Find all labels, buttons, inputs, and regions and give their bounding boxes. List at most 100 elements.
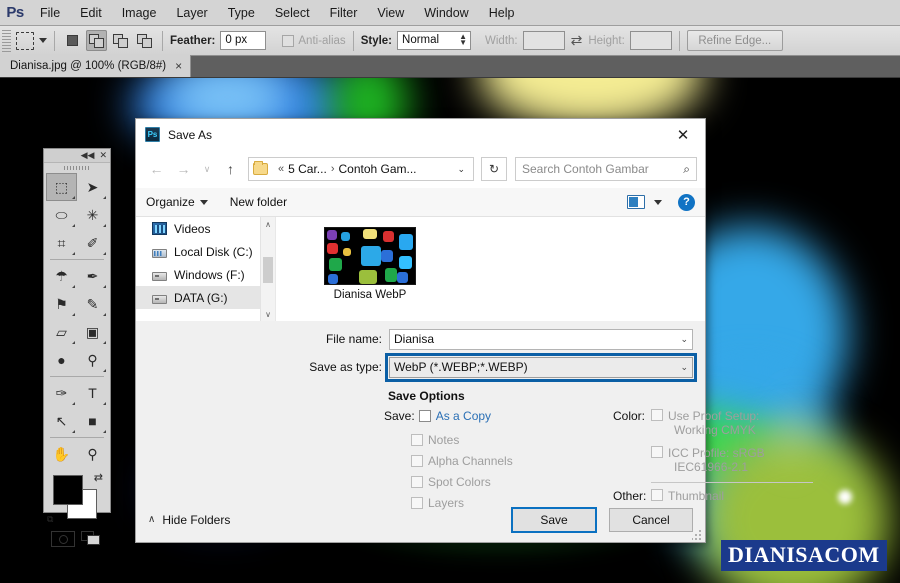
notes-checkbox[interactable] bbox=[411, 433, 423, 446]
refresh-button[interactable]: ↻ bbox=[481, 157, 507, 181]
swap-colors-icon[interactable]: ⇄ bbox=[94, 471, 103, 484]
zoom-tool[interactable]: ⚲ bbox=[77, 440, 108, 468]
rectangle-tool[interactable]: ■ bbox=[77, 407, 108, 435]
breadcrumb-item-2[interactable]: Contoh Gam... bbox=[338, 162, 416, 176]
collapse-icon[interactable]: ◀◀ bbox=[81, 151, 95, 160]
menu-window[interactable]: Window bbox=[414, 3, 478, 23]
use-proof-setup-checkbox[interactable] bbox=[651, 409, 663, 421]
sidebar-item-data-g[interactable]: DATA (G:) bbox=[136, 286, 275, 309]
magic-wand-tool[interactable]: ✳ bbox=[77, 201, 108, 229]
feather-input[interactable]: 0 px bbox=[220, 31, 267, 50]
hand-tool[interactable]: ✋ bbox=[46, 440, 77, 468]
notes-option[interactable]: Notes bbox=[411, 429, 513, 450]
add-to-selection-button[interactable] bbox=[86, 30, 107, 51]
close-icon[interactable]: × bbox=[175, 59, 182, 73]
pen-tool[interactable]: ✑ bbox=[46, 379, 77, 407]
organize-button[interactable]: Organize bbox=[146, 195, 208, 209]
back-button[interactable]: ← bbox=[144, 157, 169, 182]
menu-filter[interactable]: Filter bbox=[320, 3, 368, 23]
chevron-down-icon[interactable]: ⌄ bbox=[680, 334, 688, 345]
close-icon[interactable]: ✕ bbox=[99, 151, 107, 160]
spot-colors-option[interactable]: Spot Colors bbox=[411, 471, 513, 492]
lasso-tool[interactable]: ⬭ bbox=[46, 201, 77, 229]
marquee-tool-icon[interactable] bbox=[16, 31, 34, 50]
view-options-caret-icon[interactable] bbox=[654, 199, 662, 205]
scroll-down-icon[interactable]: ∨ bbox=[261, 307, 275, 321]
recent-locations-button[interactable]: ∨ bbox=[198, 157, 216, 182]
breadcrumb-item-1[interactable]: 5 Car... bbox=[288, 162, 327, 176]
list-item[interactable]: Dianisa WebP bbox=[324, 227, 416, 301]
swap-dimensions-icon[interactable]: ⇄ bbox=[571, 32, 583, 49]
history-brush-tool[interactable]: ✎ bbox=[77, 290, 108, 318]
close-icon[interactable]: ✕ bbox=[661, 119, 705, 150]
save-button[interactable]: Save bbox=[511, 506, 597, 533]
save-as-type-select[interactable]: WebP (*.WEBP;*.WEBP) ⌄ bbox=[385, 352, 697, 382]
help-icon[interactable]: ? bbox=[678, 193, 695, 211]
forward-button[interactable]: → bbox=[171, 157, 196, 182]
clone-stamp-tool[interactable]: ⚑ bbox=[46, 290, 77, 318]
quick-mask-icon[interactable] bbox=[51, 531, 75, 547]
type-tool[interactable]: T bbox=[77, 379, 108, 407]
eraser-tool[interactable]: ▱ bbox=[46, 318, 77, 346]
document-tab[interactable]: Dianisa.jpg @ 100% (RGB/8#) × bbox=[0, 55, 192, 77]
menu-view[interactable]: View bbox=[367, 3, 414, 23]
subtract-from-selection-button[interactable] bbox=[110, 30, 131, 51]
intersect-selection-button[interactable] bbox=[134, 30, 155, 51]
sidebar-item-videos[interactable]: Videos bbox=[136, 217, 275, 240]
dodge-tool[interactable]: ⚲ bbox=[77, 346, 108, 374]
gradient-tool[interactable]: ▣ bbox=[77, 318, 108, 346]
resize-grip[interactable] bbox=[692, 529, 703, 540]
eyedropper-tool[interactable]: ✐ bbox=[77, 229, 108, 257]
layers-checkbox[interactable] bbox=[411, 496, 423, 509]
options-bar-grip[interactable] bbox=[2, 29, 11, 52]
cancel-button[interactable]: Cancel bbox=[609, 507, 693, 532]
view-layout-icon[interactable] bbox=[627, 195, 645, 209]
menu-image[interactable]: Image bbox=[112, 3, 167, 23]
menu-edit[interactable]: Edit bbox=[70, 3, 112, 23]
chevron-down-icon[interactable]: ⌄ bbox=[453, 164, 469, 175]
foreground-color-swatch[interactable] bbox=[53, 475, 83, 505]
alpha-channels-checkbox[interactable] bbox=[411, 454, 423, 467]
chevron-down-icon[interactable]: ⌄ bbox=[680, 362, 688, 373]
chevron-down-icon[interactable] bbox=[39, 38, 47, 43]
spot-healing-brush-tool[interactable]: ☂ bbox=[46, 262, 77, 290]
rectangular-marquee-tool[interactable]: ⬚ bbox=[46, 173, 77, 201]
up-button[interactable]: ↑ bbox=[218, 157, 243, 182]
file-name-input[interactable]: Dianisa ⌄ bbox=[389, 328, 693, 350]
tools-panel-header[interactable]: ◀◀ ✕ bbox=[44, 149, 110, 163]
layers-option[interactable]: Layers bbox=[411, 492, 513, 513]
icc-profile-checkbox[interactable] bbox=[651, 446, 663, 458]
menu-type[interactable]: Type bbox=[218, 3, 265, 23]
screen-mode-icon[interactable] bbox=[81, 531, 103, 547]
alpha-channels-option[interactable]: Alpha Channels bbox=[411, 450, 513, 471]
navigation-pane-scrollbar[interactable]: ∧ ∨ bbox=[260, 217, 275, 321]
anti-alias-checkbox[interactable] bbox=[282, 34, 295, 47]
address-bar[interactable]: « 5 Car... › Contoh Gam... ⌄ bbox=[248, 157, 474, 181]
as-a-copy-label[interactable]: As a Copy bbox=[436, 409, 491, 423]
file-list-pane[interactable]: Dianisa WebP bbox=[276, 217, 705, 321]
tools-panel-grip[interactable] bbox=[44, 163, 110, 172]
new-selection-button[interactable] bbox=[62, 30, 83, 51]
new-folder-button[interactable]: New folder bbox=[230, 195, 287, 209]
hide-folders-button[interactable]: ∧ Hide Folders bbox=[148, 513, 230, 527]
width-input[interactable] bbox=[522, 31, 565, 50]
blur-tool[interactable]: ● bbox=[46, 346, 77, 374]
brush-tool[interactable]: ✒ bbox=[77, 262, 108, 290]
sidebar-item-windows-f[interactable]: Windows (F:) bbox=[136, 263, 275, 286]
refine-edge-button[interactable]: Refine Edge... bbox=[686, 30, 783, 51]
style-select[interactable]: Normal ▲ ▼ bbox=[397, 31, 472, 50]
scroll-up-icon[interactable]: ∧ bbox=[261, 217, 275, 231]
path-selection-tool[interactable]: ↖ bbox=[46, 407, 77, 435]
menu-select[interactable]: Select bbox=[265, 3, 320, 23]
search-box[interactable]: Search Contoh Gambar ⌕ bbox=[515, 157, 697, 181]
sidebar-item-local-disk-c[interactable]: Local Disk (C:) bbox=[136, 240, 275, 263]
menu-file[interactable]: File bbox=[30, 3, 70, 23]
crop-tool[interactable]: ⌗ bbox=[46, 229, 77, 257]
spot-colors-checkbox[interactable] bbox=[411, 475, 423, 488]
default-colors-icon[interactable]: ⧉ bbox=[47, 514, 53, 525]
menu-help[interactable]: Help bbox=[479, 3, 525, 23]
thumbnail-checkbox[interactable] bbox=[651, 489, 663, 501]
as-a-copy-checkbox[interactable] bbox=[418, 410, 431, 422]
dialog-title-bar[interactable]: Ps Save As ✕ bbox=[136, 119, 705, 150]
height-input[interactable] bbox=[629, 31, 672, 50]
